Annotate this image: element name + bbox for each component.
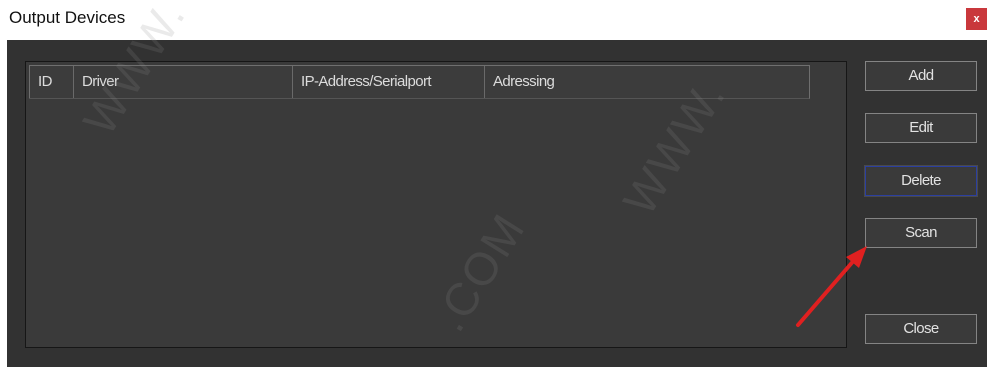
column-header-id[interactable]: ID [29, 66, 73, 98]
add-button[interactable]: Add [865, 61, 977, 91]
close-button[interactable]: Close [865, 314, 977, 344]
window-title: Output Devices [9, 8, 126, 27]
scan-button[interactable]: Scan [865, 218, 977, 248]
title-bar: Output Devices x [0, 0, 987, 40]
column-header-ip-address[interactable]: IP-Address/Serialport [292, 66, 484, 98]
device-list[interactable]: ID Driver IP-Address/Serialport Adressin… [25, 61, 847, 348]
close-icon[interactable]: x [966, 8, 987, 30]
list-header: ID Driver IP-Address/Serialport Adressin… [29, 65, 810, 99]
column-header-driver[interactable]: Driver [73, 66, 292, 98]
delete-button[interactable]: Delete [864, 165, 978, 197]
edit-button[interactable]: Edit [865, 113, 977, 143]
dialog-client-area: ID Driver IP-Address/Serialport Adressin… [7, 40, 987, 367]
column-header-adressing[interactable]: Adressing [484, 66, 809, 98]
